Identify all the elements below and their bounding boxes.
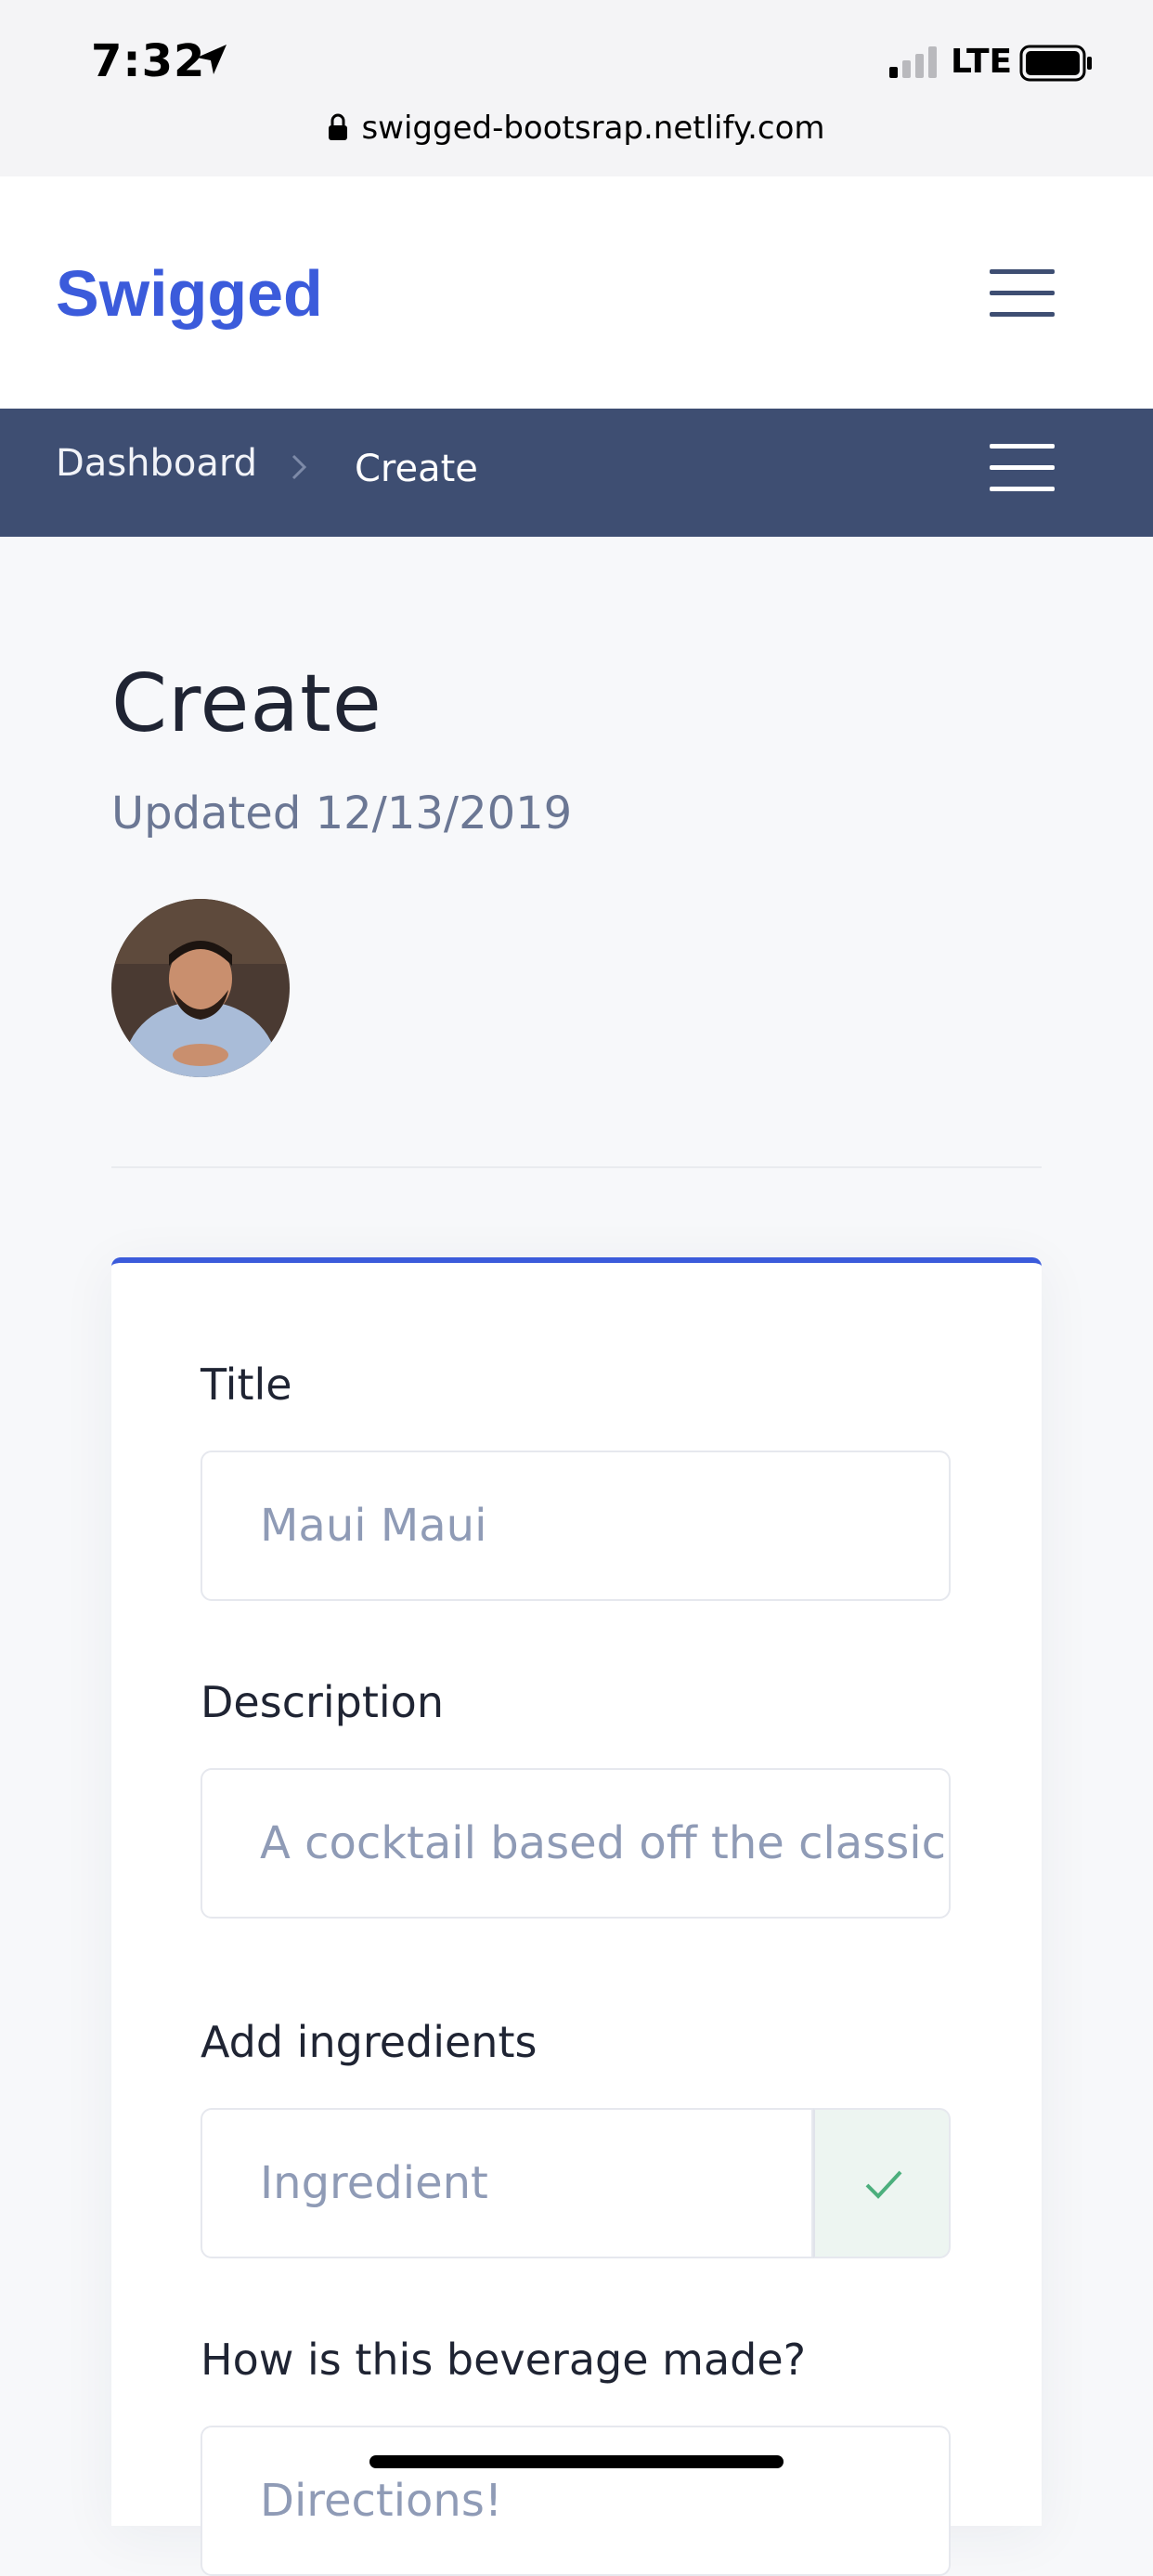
breadcrumb: Dashboard Create bbox=[0, 409, 1153, 537]
check-icon bbox=[865, 2170, 902, 2199]
page-title: Create bbox=[111, 657, 382, 750]
chevron-right-icon bbox=[291, 454, 307, 480]
brand-logo[interactable]: Swigged bbox=[56, 256, 323, 331]
description-input[interactable] bbox=[201, 1768, 951, 1919]
ingredients-label: Add ingredients bbox=[201, 2017, 538, 2067]
location-arrow-icon bbox=[197, 45, 227, 74]
description-label: Description bbox=[201, 1677, 444, 1727]
browser-status-bar: 7:32 LTE swigged-bootsrap.netlify.com bbox=[0, 0, 1153, 178]
directions-label: How is this beverage made? bbox=[201, 2335, 807, 2385]
breadcrumb-current: Create bbox=[355, 448, 478, 490]
lock-icon bbox=[329, 113, 348, 140]
ingredient-input[interactable] bbox=[201, 2108, 813, 2258]
updated-date: Updated 12/13/2019 bbox=[111, 787, 573, 839]
section-divider bbox=[111, 1166, 1042, 1168]
breadcrumb-dashboard-link[interactable]: Dashboard bbox=[56, 442, 257, 485]
address-bar[interactable]: swigged-bootsrap.netlify.com bbox=[0, 110, 1153, 147]
top-navbar: Swigged bbox=[0, 176, 1153, 409]
add-ingredient-button[interactable] bbox=[813, 2108, 951, 2258]
status-time: 7:32 bbox=[91, 35, 206, 87]
user-avatar[interactable] bbox=[111, 899, 290, 1077]
title-label: Title bbox=[201, 1360, 292, 1410]
page-url: swigged-bootsrap.netlify.com bbox=[361, 110, 825, 147]
home-indicator bbox=[369, 2455, 784, 2468]
secondary-menu-icon[interactable] bbox=[990, 442, 1055, 492]
hamburger-icon[interactable] bbox=[990, 267, 1055, 318]
directions-input[interactable] bbox=[201, 2426, 951, 2576]
battery-icon bbox=[1019, 45, 1092, 82]
network-type: LTE bbox=[951, 43, 1013, 81]
avatar-image bbox=[111, 899, 290, 1077]
signal-icon bbox=[889, 46, 937, 78]
create-form-card: Title Description Add ingredients How is… bbox=[111, 1257, 1042, 2576]
title-input[interactable] bbox=[201, 1451, 951, 1601]
